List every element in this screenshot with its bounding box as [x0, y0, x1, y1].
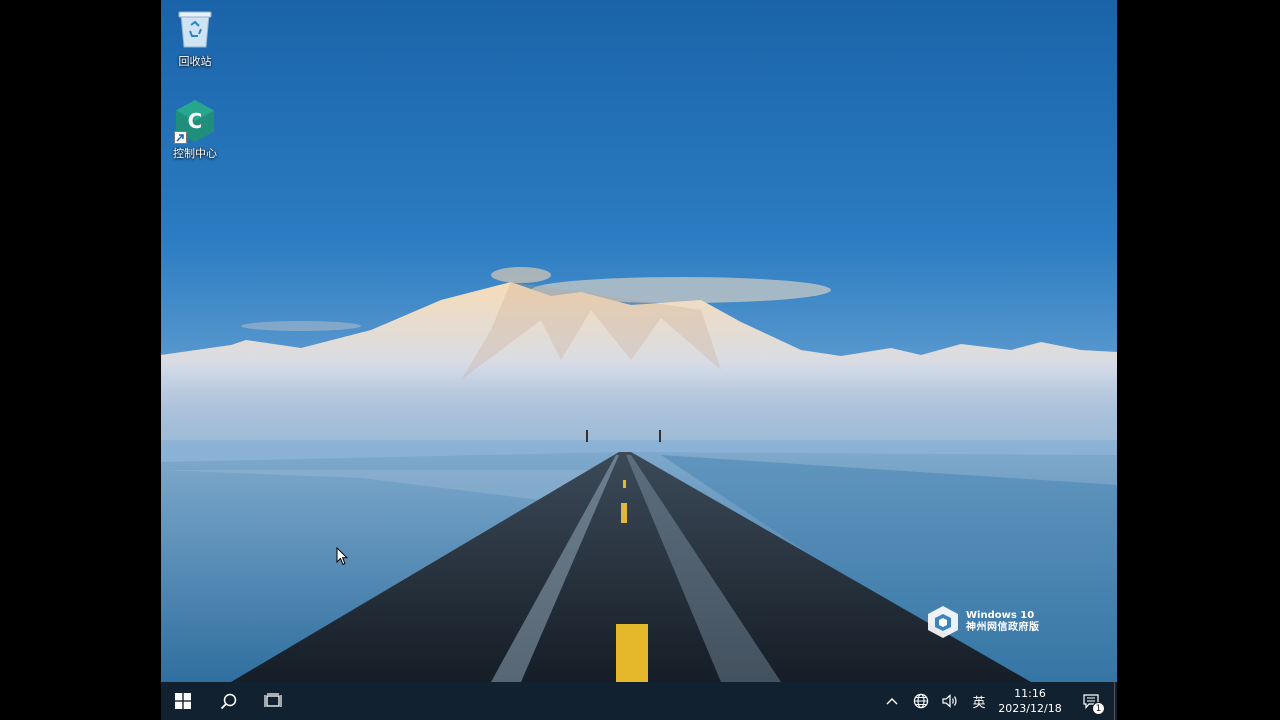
os-edition-watermark: Windows 10 神州网信政府版 [926, 605, 1040, 639]
search-icon [220, 693, 236, 709]
control-center-label: 控制中心 [173, 147, 217, 160]
show-hidden-icons-button[interactable] [878, 682, 906, 720]
clock-date: 2023/12/18 [998, 702, 1062, 715]
volume-icon [942, 694, 957, 708]
control-center-glyph: C [188, 109, 203, 133]
windows-start-icon [175, 693, 191, 709]
recycle-bin-label: 回收站 [178, 55, 212, 68]
shortcut-arrow-icon [174, 131, 187, 144]
control-center-shortcut[interactable]: C 控制中心 [161, 100, 231, 161]
notification-count-badge: 1 [1092, 702, 1105, 715]
mouse-pointer-icon [336, 546, 349, 570]
network-button[interactable] [906, 682, 936, 720]
recycle-bin-icon [174, 8, 216, 50]
chevron-up-icon [886, 698, 898, 705]
desktop-screen: 回收站 C 控制中心 Windows 10 神州网信政府版 英 11:16 20… [161, 0, 1117, 720]
watermark-edition-line: Windows 10 [966, 610, 1035, 621]
task-view-icon [264, 693, 282, 707]
recycle-bin-shortcut[interactable]: 回收站 [161, 8, 231, 69]
taskbar: 英 11:16 2023/12/18 1 [161, 682, 1117, 720]
task-view-button[interactable] [251, 682, 295, 720]
show-desktop-button[interactable] [1114, 682, 1117, 720]
control-center-icon: C [174, 100, 216, 144]
globe-network-icon [913, 693, 929, 709]
search-button[interactable] [205, 682, 251, 720]
start-button[interactable] [161, 682, 205, 720]
clock-button[interactable]: 11:16 2023/12/18 [992, 682, 1068, 720]
watermark-vendor-line: 神州网信政府版 [966, 622, 1040, 633]
volume-button[interactable] [936, 682, 966, 720]
desktop-wallpaper [161, 0, 1117, 682]
os-edition-logo-icon [928, 606, 958, 638]
input-method-indicator[interactable]: 英 [966, 682, 992, 720]
action-center-button[interactable]: 1 [1068, 682, 1114, 720]
system-tray: 英 11:16 2023/12/18 1 [878, 682, 1117, 720]
clock-time: 11:16 [1014, 687, 1046, 700]
